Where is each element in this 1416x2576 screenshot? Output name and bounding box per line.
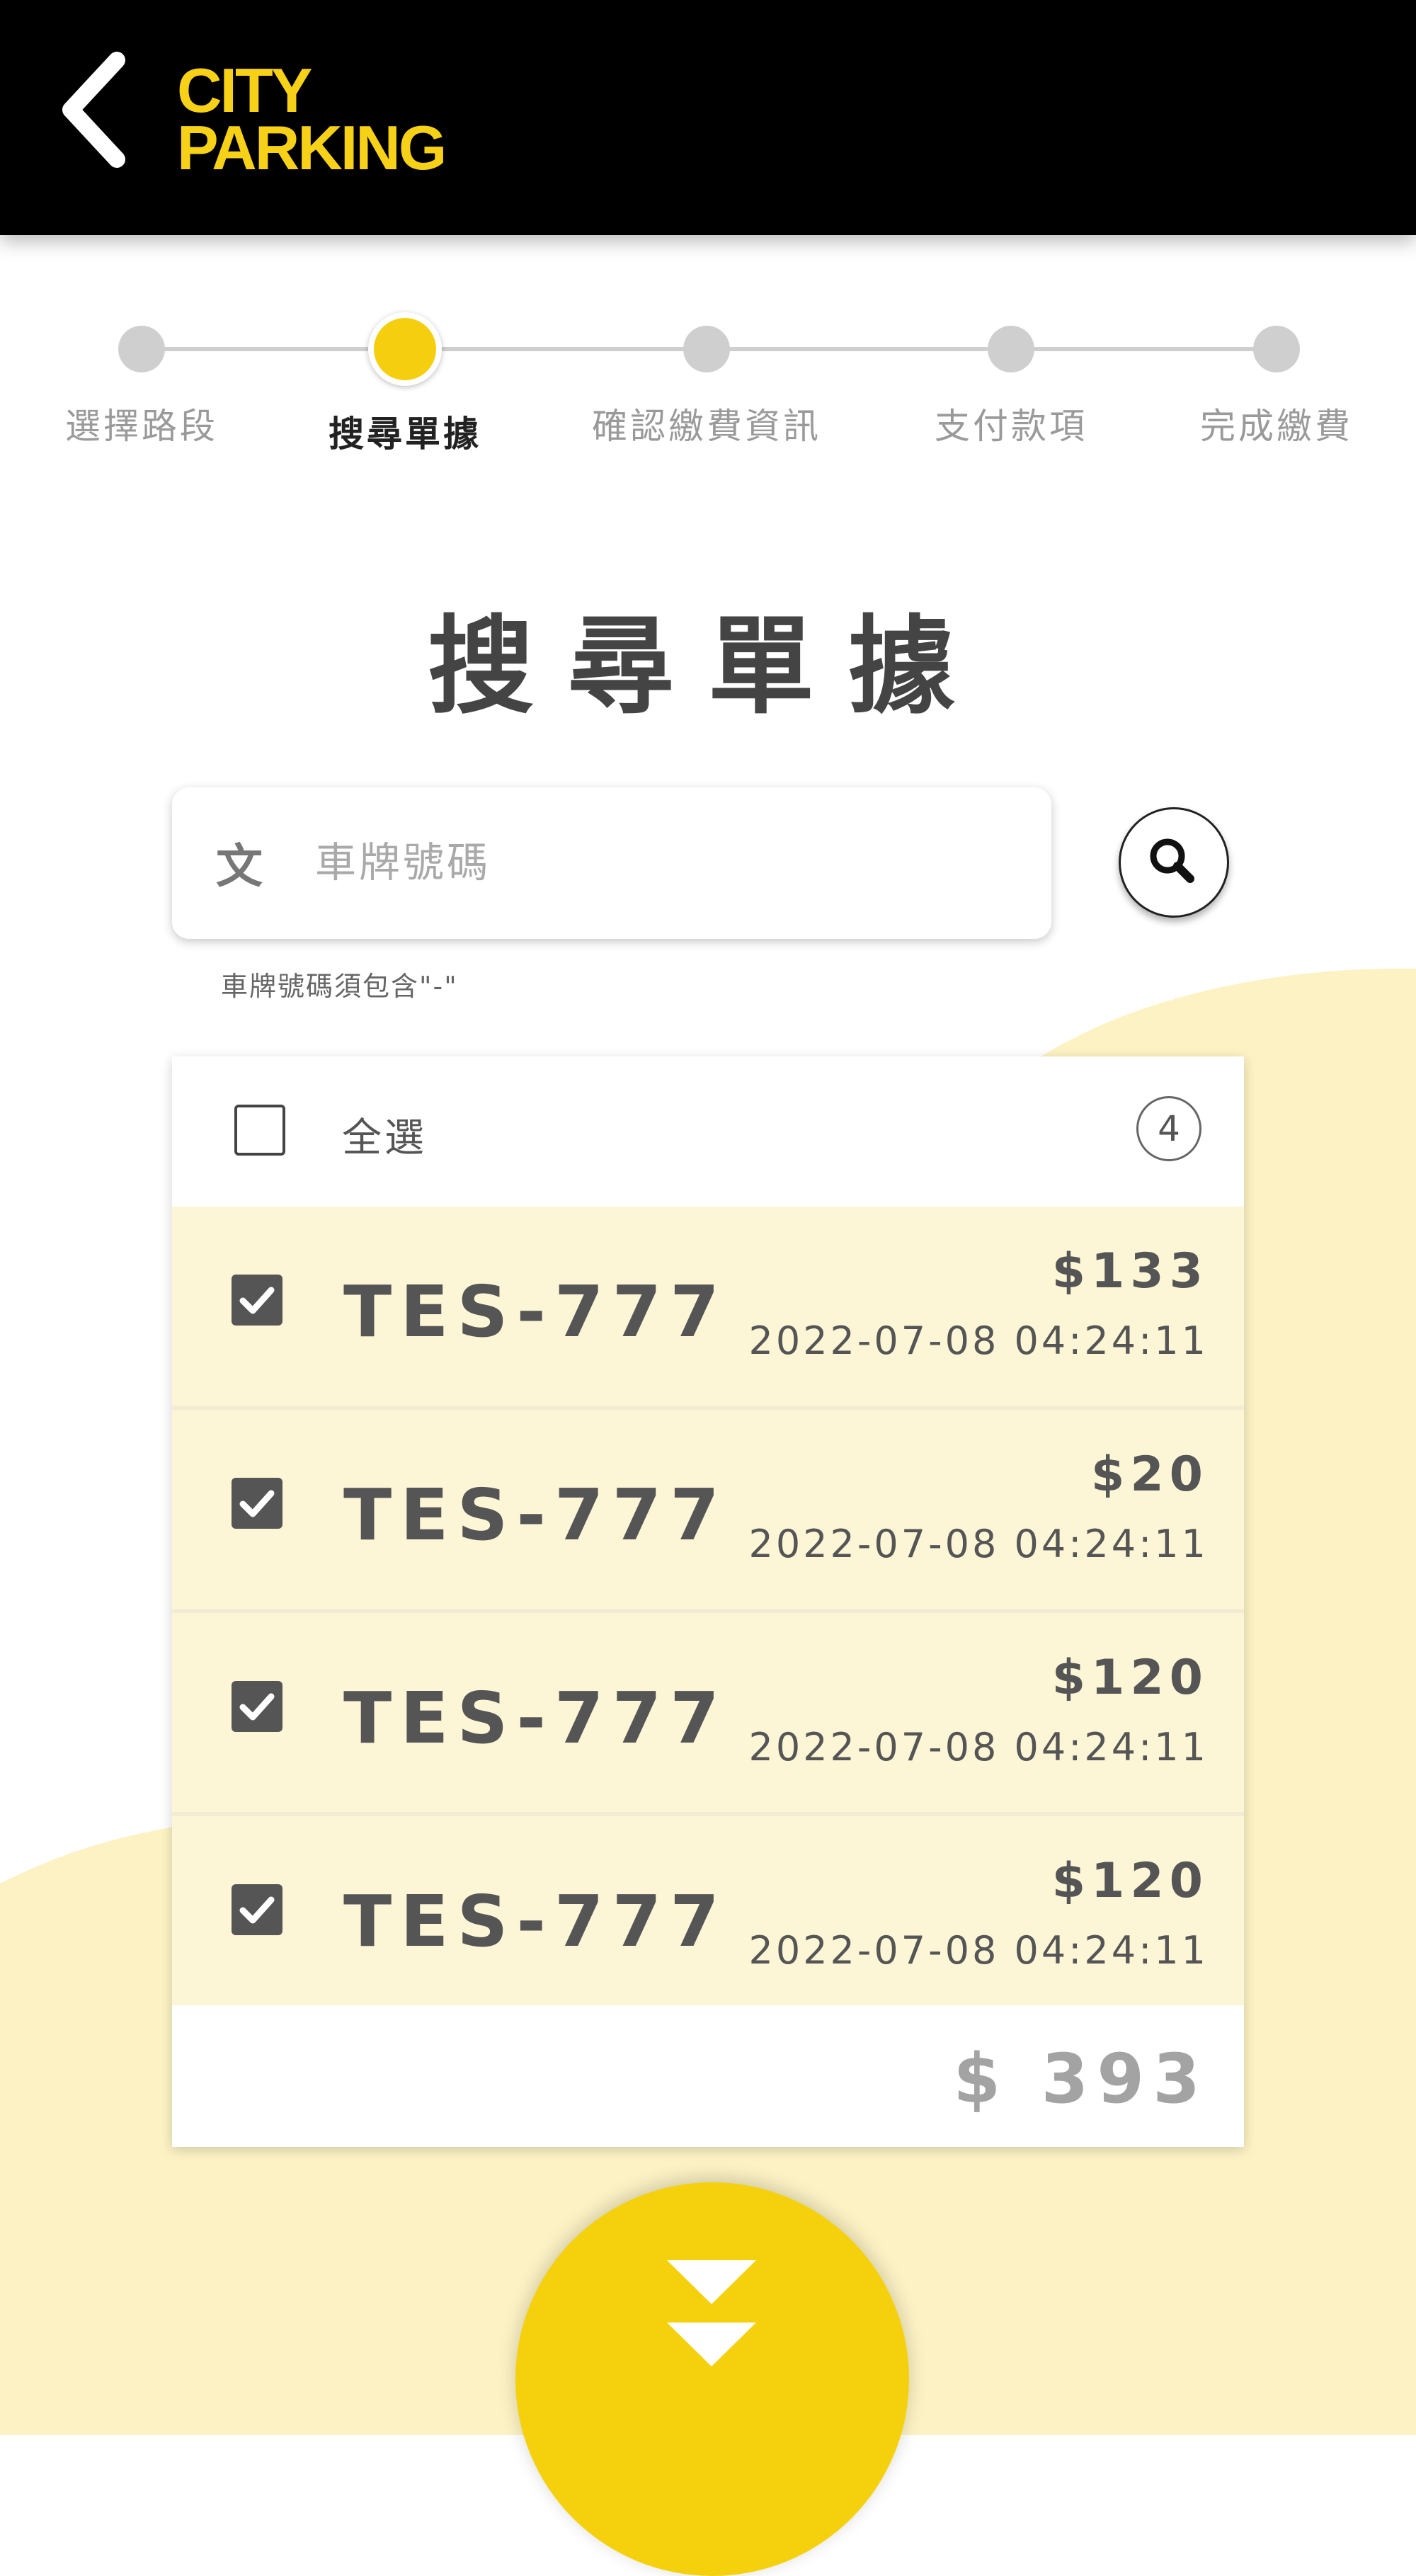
- check-icon: [239, 1287, 275, 1314]
- list-header: 全選 4: [172, 1056, 1244, 1204]
- app-header: CITY PARKING: [0, 0, 1416, 235]
- step-complete: 完成繳費: [1149, 304, 1404, 449]
- row-checkbox[interactable]: [232, 1681, 282, 1732]
- check-icon: [239, 1490, 275, 1517]
- step-label: 搜尋單據: [329, 414, 481, 455]
- row-time: 2022-07-08 04:24:11: [748, 1725, 1209, 1769]
- city-parking-logo: CITY PARKING: [177, 55, 447, 183]
- step-label: 確認繳費資訊: [592, 406, 821, 447]
- plate-number: TES-777: [343, 1677, 728, 1760]
- step-label: 支付款項: [935, 406, 1087, 447]
- logo-line-city: CITY: [177, 55, 312, 125]
- step-dot: [118, 326, 165, 372]
- row-amount: $133: [1051, 1243, 1209, 1299]
- row-amount: $120: [1051, 1853, 1209, 1909]
- row-checkbox[interactable]: [232, 1478, 282, 1529]
- receipt-list: 全選 4 TES-777 $133 2022-07-08 04:24:11 TE…: [172, 1056, 1244, 2147]
- step-label: 完成繳費: [1200, 406, 1353, 447]
- step-dot: [683, 326, 730, 372]
- total-amount: $ 393: [953, 2039, 1209, 2119]
- page-title: 搜尋單據: [427, 605, 988, 729]
- row-time: 2022-07-08 04:24:11: [748, 1522, 1209, 1566]
- total-bar: $ 393: [172, 2005, 1244, 2147]
- select-all-label: 全選: [342, 1115, 427, 1161]
- step-search-receipt: 搜尋單據: [278, 304, 532, 457]
- row-time: 2022-07-08 04:24:11: [748, 1928, 1209, 1973]
- next-step-button[interactable]: [515, 2182, 909, 2576]
- receipt-row[interactable]: TES-777 $120 2022-07-08 04:24:11: [172, 1816, 1244, 2019]
- row-checkbox[interactable]: [232, 1884, 282, 1935]
- select-all-checkbox[interactable]: [234, 1105, 285, 1156]
- plate-search-field: 文: [172, 787, 1051, 939]
- text-input-icon: 文: [216, 839, 263, 894]
- search-icon: [1150, 838, 1194, 883]
- logo-line-parking: PARKING: [177, 112, 447, 183]
- step-label: 選擇路段: [65, 406, 218, 447]
- plate-number: TES-777: [343, 1270, 728, 1353]
- search-hint: 車牌號碼須包含"-": [221, 971, 458, 1002]
- chevron-left-icon: [62, 52, 125, 168]
- step-dot: [1253, 326, 1300, 372]
- check-icon: [239, 1693, 275, 1721]
- plate-number-input[interactable]: [314, 816, 1010, 909]
- row-time: 2022-07-08 04:24:11: [748, 1318, 1209, 1363]
- step-dot-active: [368, 312, 442, 386]
- step-select-section: 選擇路段: [14, 304, 269, 449]
- progress-stepper: 選擇路段 搜尋單據 確認繳費資訊 支付款項 完成繳費: [0, 304, 1416, 460]
- receipt-row[interactable]: TES-777 $20 2022-07-08 04:24:11: [172, 1410, 1244, 1613]
- step-dot: [988, 326, 1034, 372]
- plate-number: TES-777: [343, 1474, 728, 1556]
- receipt-row[interactable]: TES-777 $133 2022-07-08 04:24:11: [172, 1207, 1244, 1410]
- check-icon: [239, 1896, 275, 1924]
- receipt-rows: TES-777 $133 2022-07-08 04:24:11 TES-777…: [172, 1207, 1244, 2019]
- back-button[interactable]: [50, 50, 142, 170]
- item-count-badge: 4: [1136, 1096, 1201, 1161]
- row-amount: $120: [1051, 1650, 1209, 1706]
- double-chevron-down-icon: [667, 2260, 756, 2366]
- step-pay: 支付款項: [884, 304, 1138, 449]
- search-button[interactable]: [1119, 807, 1229, 918]
- row-checkbox[interactable]: [232, 1275, 282, 1326]
- plate-number: TES-777: [343, 1880, 728, 1963]
- step-confirm-payment-info: 確認繳費資訊: [579, 304, 834, 449]
- receipt-row[interactable]: TES-777 $120 2022-07-08 04:24:11: [172, 1613, 1244, 1816]
- row-amount: $20: [1091, 1447, 1209, 1503]
